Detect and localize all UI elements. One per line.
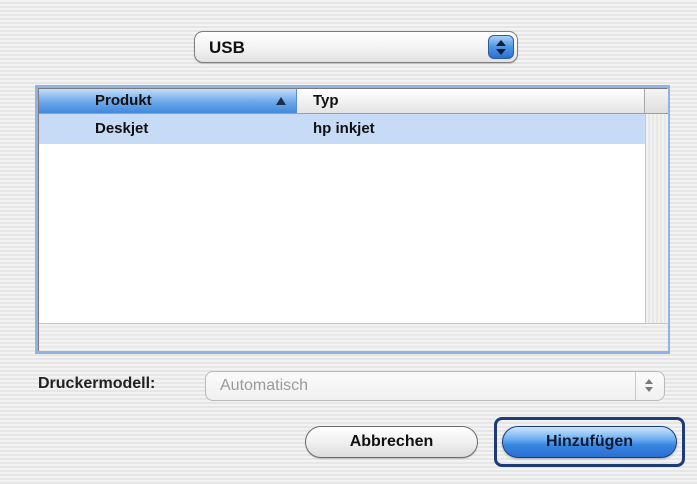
chevron-up-icon (645, 379, 653, 384)
printer-list[interactable]: Produkt Typ Deskjet hp inkjet (35, 85, 670, 354)
connection-type-value: USB (209, 38, 245, 57)
column-header-label: Typ (313, 92, 339, 109)
printer-model-popup: Automatisch (205, 371, 665, 401)
up-down-chevron-icon[interactable] (488, 35, 514, 59)
cancel-button[interactable]: Abbrechen (305, 426, 478, 458)
horizontal-scrollbar[interactable] (39, 323, 668, 351)
table-row[interactable]: Deskjet hp inkjet (39, 114, 645, 144)
add-button[interactable]: Hinzufügen (502, 426, 677, 458)
printer-model-value: Automatisch (220, 377, 309, 394)
column-header-typ[interactable]: Typ (297, 89, 645, 113)
cell-produkt: Deskjet (95, 120, 149, 137)
printer-model-label: Druckermodell: (38, 375, 156, 392)
cell-typ: hp inkjet (313, 120, 375, 137)
column-header-label: Produkt (95, 92, 152, 109)
connection-type-popup[interactable]: USB (194, 31, 518, 63)
chevron-up-icon (496, 40, 506, 46)
column-header-produkt[interactable]: Produkt (39, 89, 297, 113)
table-header: Produkt Typ (39, 89, 668, 114)
header-corner (645, 89, 668, 113)
vertical-scrollbar[interactable] (645, 114, 668, 323)
chevron-down-icon (496, 49, 506, 55)
up-down-chevron-icon (635, 372, 664, 400)
chevron-down-icon (645, 387, 653, 392)
printer-list-frame: Produkt Typ Deskjet hp inkjet (38, 88, 668, 351)
sort-ascending-icon (276, 97, 286, 105)
